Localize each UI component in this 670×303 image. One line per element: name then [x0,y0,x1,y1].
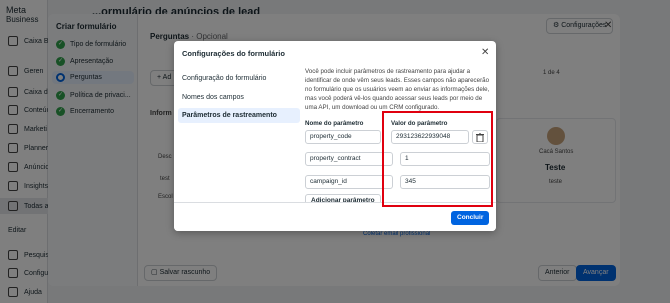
param-name-header: Nome do parâmetro [305,120,364,127]
conclude-button[interactable]: Concluir [451,211,490,225]
dialog-title: Configurações do formulário [182,49,285,58]
tracking-description: Você pode incluir parâmetros de rastream… [305,68,490,111]
param-name-field[interactable]: campaign_id [305,175,393,189]
menu-form-config[interactable]: Configuração do formulário [178,71,300,86]
menu-field-names[interactable]: Nomes dos campos [178,90,300,105]
menu-tracking-params[interactable]: Parâmetros de rastreamento [178,108,300,123]
dialog-footer: Concluir [174,203,496,231]
highlight-annotation-box [382,111,493,207]
param-name-field[interactable]: property_contract [305,152,393,166]
close-icon[interactable]: ✕ [481,47,489,58]
param-name-field[interactable]: property_code [305,130,381,144]
